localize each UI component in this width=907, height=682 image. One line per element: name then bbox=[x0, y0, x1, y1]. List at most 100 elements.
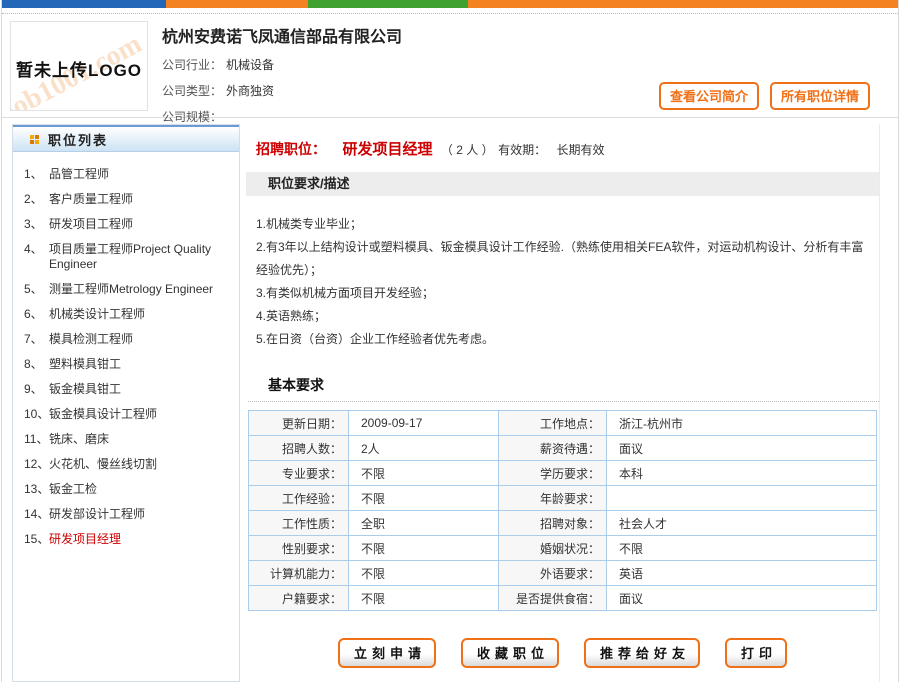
cell-label: 薪资待遇： bbox=[499, 436, 607, 461]
cell-value: 英语 bbox=[607, 561, 877, 586]
company-industry-label: 公司行业： bbox=[162, 58, 222, 72]
description-line: 2.有3年以上结构设计或塑料模具、钣金模具设计工作经验.（熟练使用相关FEA软件… bbox=[256, 236, 871, 282]
job-list-item-15-selected[interactable]: 15、研发项目经理 bbox=[13, 532, 235, 547]
cell-label: 年龄要求： bbox=[499, 486, 607, 511]
item-label: 铣床、磨床 bbox=[49, 432, 235, 447]
job-detail-main: 招聘职位： 研发项目经理 （ 2 人 ） 有效期： 长期有效 职位要求/描述 1… bbox=[246, 124, 880, 682]
grid-icon bbox=[30, 135, 34, 139]
cell-value: 本科 bbox=[607, 461, 877, 486]
job-list-item-8[interactable]: 8、塑料模具钳工 bbox=[13, 357, 235, 372]
requirements-section-header: 职位要求/描述 bbox=[246, 172, 879, 196]
item-number: 1、 bbox=[13, 167, 49, 182]
basic-requirements-table: 更新日期： 2009-09-17 工作地点： 浙江-杭州市 招聘人数： 2人 薪… bbox=[248, 410, 877, 611]
item-number: 5、 bbox=[13, 282, 49, 297]
item-number: 9、 bbox=[13, 382, 49, 397]
save-job-button[interactable]: 收藏职位 bbox=[461, 638, 559, 668]
item-number: 7、 bbox=[13, 332, 49, 347]
table-row: 更新日期： 2009-09-17 工作地点： 浙江-杭州市 bbox=[249, 411, 877, 436]
company-size-row: 公司规模： bbox=[162, 108, 888, 125]
cell-value: 不限 bbox=[349, 536, 499, 561]
item-number: 4、 bbox=[13, 242, 49, 272]
recommend-to-friend-button[interactable]: 推荐给好友 bbox=[584, 638, 700, 668]
cell-label: 学历要求： bbox=[499, 461, 607, 486]
job-list-header: 职位列表 bbox=[13, 125, 239, 152]
cell-value: 不限 bbox=[349, 486, 499, 511]
item-number: 12、 bbox=[13, 457, 49, 472]
job-list-item-10[interactable]: 10、钣金模具设计工程师 bbox=[13, 407, 235, 422]
item-label: 研发项目工程师 bbox=[49, 217, 235, 232]
stripe-blue-segment bbox=[2, 0, 166, 8]
description-line: 5.在日资（台资）企业工作经验者优先考虑。 bbox=[256, 328, 871, 351]
job-list-item-4[interactable]: 4、项目质量工程师Project Quality Engineer bbox=[13, 242, 235, 272]
cell-value: 面议 bbox=[607, 586, 877, 611]
job-headline: 招聘职位： 研发项目经理 （ 2 人 ） 有效期： 长期有效 bbox=[256, 138, 879, 159]
job-position-title: 研发项目经理 bbox=[342, 141, 432, 158]
all-jobs-detail-button[interactable]: 所有职位详情 bbox=[770, 82, 870, 110]
stripe-orange-segment-2 bbox=[468, 0, 898, 8]
cell-label: 性别要求： bbox=[249, 536, 349, 561]
cell-label: 工作经验： bbox=[249, 486, 349, 511]
cell-label: 婚姻状况： bbox=[499, 536, 607, 561]
logo-placeholder-text: 暂未上传LOGO bbox=[11, 56, 147, 81]
table-row: 工作经验： 不限 年龄要求： bbox=[249, 486, 877, 511]
job-list-item-14[interactable]: 14、研发部设计工程师 bbox=[13, 507, 235, 522]
cell-label: 更新日期： bbox=[249, 411, 349, 436]
company-industry-row: 公司行业： 机械设备 bbox=[162, 56, 888, 73]
job-list-item-3[interactable]: 3、研发项目工程师 bbox=[13, 217, 235, 232]
apply-now-button[interactable]: 立刻申请 bbox=[338, 638, 436, 668]
basic-requirements-title: 基本要求 bbox=[268, 375, 879, 395]
view-company-profile-button[interactable]: 查看公司简介 bbox=[659, 82, 759, 110]
job-list-item-7[interactable]: 7、模具检测工程师 bbox=[13, 332, 235, 347]
cell-label: 专业要求： bbox=[249, 461, 349, 486]
item-number: 3、 bbox=[13, 217, 49, 232]
item-number: 10、 bbox=[13, 407, 49, 422]
job-list-item-2[interactable]: 2、客户质量工程师 bbox=[13, 192, 235, 207]
item-label: 品管工程师 bbox=[49, 167, 235, 182]
description-line: 4.英语熟练； bbox=[256, 305, 871, 328]
table-row: 性别要求： 不限 婚姻状况： 不限 bbox=[249, 536, 877, 561]
cell-value: 浙江-杭州市 bbox=[607, 411, 877, 436]
job-list-item-13[interactable]: 13、钣金工检 bbox=[13, 482, 235, 497]
job-headcount: （ 2 人 ） bbox=[441, 143, 494, 157]
company-type-label: 公司类型： bbox=[162, 84, 222, 98]
item-label: 项目质量工程师Project Quality Engineer bbox=[49, 242, 235, 272]
item-label: 钣金模具钳工 bbox=[49, 382, 235, 397]
item-label: 火花机、慢丝线切割 bbox=[49, 457, 235, 472]
item-label: 测量工程师Metrology Engineer bbox=[49, 282, 235, 297]
cell-value: 社会人才 bbox=[607, 511, 877, 536]
description-line: 3.有类似机械方面项目开发经验； bbox=[256, 282, 871, 305]
cell-value: 2009-09-17 bbox=[349, 411, 499, 436]
cell-value bbox=[607, 486, 877, 511]
table-row: 专业要求： 不限 学历要求： 本科 bbox=[249, 461, 877, 486]
job-list-item-11[interactable]: 11、铣床、磨床 bbox=[13, 432, 235, 447]
job-list-item-1[interactable]: 1、品管工程师 bbox=[13, 167, 235, 182]
item-label: 研发部设计工程师 bbox=[49, 507, 235, 522]
item-label: 钣金模具设计工程师 bbox=[49, 407, 235, 422]
cell-value: 2人 bbox=[349, 436, 499, 461]
cell-label: 招聘人数： bbox=[249, 436, 349, 461]
print-button[interactable]: 打印 bbox=[725, 638, 787, 668]
item-number: 2、 bbox=[13, 192, 49, 207]
item-label: 客户质量工程师 bbox=[49, 192, 235, 207]
item-number: 14、 bbox=[13, 507, 49, 522]
company-industry-value: 机械设备 bbox=[226, 58, 274, 72]
job-list-item-12[interactable]: 12、火花机、慢丝线切割 bbox=[13, 457, 235, 472]
table-row: 招聘人数： 2人 薪资待遇： 面议 bbox=[249, 436, 877, 461]
item-number: 6、 bbox=[13, 307, 49, 322]
company-type-value: 外商独资 bbox=[226, 84, 274, 98]
job-list-item-5[interactable]: 5、测量工程师Metrology Engineer bbox=[13, 282, 235, 297]
cell-label: 计算机能力： bbox=[249, 561, 349, 586]
job-description: 1.机械类专业毕业； 2.有3年以上结构设计或塑料模具、钣金模具设计工作经验.（… bbox=[256, 213, 871, 351]
item-label: 研发项目经理 bbox=[49, 532, 235, 547]
job-position-label: 招聘职位： bbox=[256, 141, 326, 157]
content-area: 职位列表 1、品管工程师 2、客户质量工程师 3、研发项目工程师 4、项目质量工… bbox=[2, 118, 898, 682]
company-name: 杭州安费诺飞凤通信部品有限公司 bbox=[162, 21, 888, 47]
top-stripe bbox=[2, 0, 898, 8]
cell-value: 不限 bbox=[349, 586, 499, 611]
cell-label: 户籍要求： bbox=[249, 586, 349, 611]
validity-value: 长期有效 bbox=[557, 143, 605, 157]
validity-label: 有效期： bbox=[498, 143, 546, 157]
job-list-item-9[interactable]: 9、钣金模具钳工 bbox=[13, 382, 235, 397]
job-list-item-6[interactable]: 6、机械类设计工程师 bbox=[13, 307, 235, 322]
cell-label: 工作性质： bbox=[249, 511, 349, 536]
